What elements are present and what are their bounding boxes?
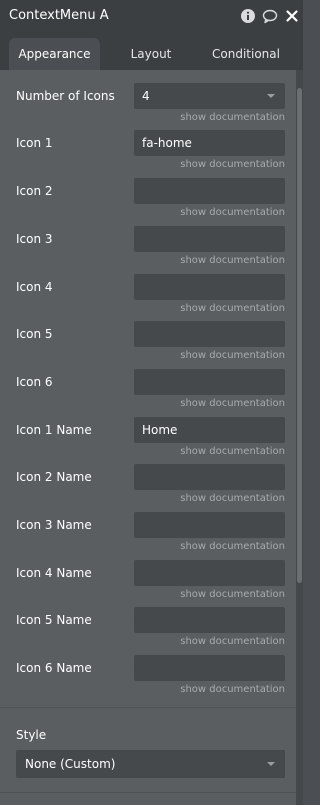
field-row-icon-5-name: Icon 5 Name show documentation bbox=[0, 607, 296, 655]
icon-2-name-input[interactable] bbox=[134, 464, 285, 490]
field-row-number-of-icons: Number of Icons 4 show documentation bbox=[0, 83, 296, 131]
show-documentation-link[interactable]: show documentation bbox=[180, 589, 285, 600]
icon-3-name-input[interactable] bbox=[134, 512, 285, 538]
field-label: Icon 4 Name bbox=[16, 566, 92, 580]
field-label: Icon 1 Name bbox=[16, 423, 92, 437]
show-documentation-link[interactable]: show documentation bbox=[180, 159, 285, 170]
properties-panel: Number of Icons 4 show documentation Ico… bbox=[0, 70, 296, 805]
show-documentation-link[interactable]: show documentation bbox=[180, 541, 285, 552]
section-divider bbox=[0, 707, 296, 708]
icon-3-input[interactable] bbox=[134, 226, 285, 252]
field-row-icon-1-name: Icon 1 Name Home show documentation bbox=[0, 417, 296, 465]
icon-6-name-input[interactable] bbox=[134, 655, 285, 681]
field-row-icon-3-name: Icon 3 Name show documentation bbox=[0, 512, 296, 560]
show-documentation-link[interactable]: show documentation bbox=[180, 255, 285, 266]
field-label: Icon 2 Name bbox=[16, 470, 92, 484]
field-row-icon-2: Icon 2 show documentation bbox=[0, 178, 296, 226]
show-documentation-link[interactable]: show documentation bbox=[180, 303, 285, 314]
field-label: Icon 6 bbox=[16, 375, 53, 389]
icon-6-input[interactable] bbox=[134, 369, 285, 395]
field-label: Icon 1 bbox=[16, 136, 53, 150]
close-icon[interactable] bbox=[284, 8, 300, 24]
tab-bar: Appearance Layout Conditional bbox=[0, 32, 303, 70]
comment-icon[interactable] bbox=[262, 8, 278, 24]
field-row-icon-4-name: Icon 4 Name show documentation bbox=[0, 560, 296, 608]
style-label: Style bbox=[16, 728, 47, 742]
field-label: Icon 3 bbox=[16, 232, 53, 246]
field-label: Icon 5 bbox=[16, 327, 53, 341]
field-row-icon-2-name: Icon 2 Name show documentation bbox=[0, 464, 296, 512]
show-documentation-link[interactable]: show documentation bbox=[180, 493, 285, 504]
chevron-down-icon bbox=[267, 762, 275, 766]
show-documentation-link[interactable]: show documentation bbox=[180, 350, 285, 361]
icon-2-input[interactable] bbox=[134, 178, 285, 204]
icon-4-input[interactable] bbox=[134, 274, 285, 300]
show-documentation-link[interactable]: show documentation bbox=[180, 684, 285, 695]
field-row-icon-1: Icon 1 fa-home show documentation bbox=[0, 130, 296, 178]
field-row-icon-5: Icon 5 show documentation bbox=[0, 321, 296, 369]
icon-5-input[interactable] bbox=[134, 321, 285, 347]
field-label: Icon 3 Name bbox=[16, 518, 92, 532]
field-label: Icon 5 Name bbox=[16, 613, 92, 627]
icon-5-name-input[interactable] bbox=[134, 607, 285, 633]
field-label: Icon 6 Name bbox=[16, 661, 92, 675]
tab-layout[interactable]: Layout bbox=[106, 38, 196, 70]
field-row-icon-3: Icon 3 show documentation bbox=[0, 226, 296, 274]
panel-title: ContextMenu A bbox=[9, 8, 109, 23]
section-divider bbox=[0, 792, 296, 793]
icon-4-name-input[interactable] bbox=[134, 560, 285, 586]
field-label: Icon 4 bbox=[16, 280, 53, 294]
show-documentation-link[interactable]: show documentation bbox=[180, 398, 285, 409]
field-label: Icon 2 bbox=[16, 184, 53, 198]
scrollbar-thumb[interactable] bbox=[297, 88, 302, 583]
tab-appearance[interactable]: Appearance bbox=[9, 38, 100, 70]
icon-1-input[interactable]: fa-home bbox=[134, 130, 285, 156]
field-row-icon-6-name: Icon 6 Name show documentation bbox=[0, 655, 296, 703]
icon-1-name-input[interactable]: Home bbox=[134, 417, 285, 443]
show-documentation-link[interactable]: show documentation bbox=[180, 636, 285, 647]
info-icon[interactable] bbox=[240, 8, 256, 24]
style-select-value: None (Custom) bbox=[25, 757, 116, 771]
field-row-icon-4: Icon 4 show documentation bbox=[0, 274, 296, 322]
field-row-icon-6: Icon 6 show documentation bbox=[0, 369, 296, 417]
title-bar: ContextMenu A bbox=[0, 0, 303, 32]
number-of-icons-select[interactable]: 4 bbox=[134, 83, 285, 109]
select-value: 4 bbox=[142, 89, 150, 103]
show-documentation-link[interactable]: show documentation bbox=[180, 112, 285, 123]
show-documentation-link[interactable]: show documentation bbox=[180, 207, 285, 218]
tab-conditional[interactable]: Conditional bbox=[200, 38, 292, 70]
style-select[interactable]: None (Custom) bbox=[16, 750, 285, 778]
field-label: Number of Icons bbox=[16, 89, 115, 103]
chevron-down-icon bbox=[267, 94, 275, 98]
show-documentation-link[interactable]: show documentation bbox=[180, 446, 285, 457]
